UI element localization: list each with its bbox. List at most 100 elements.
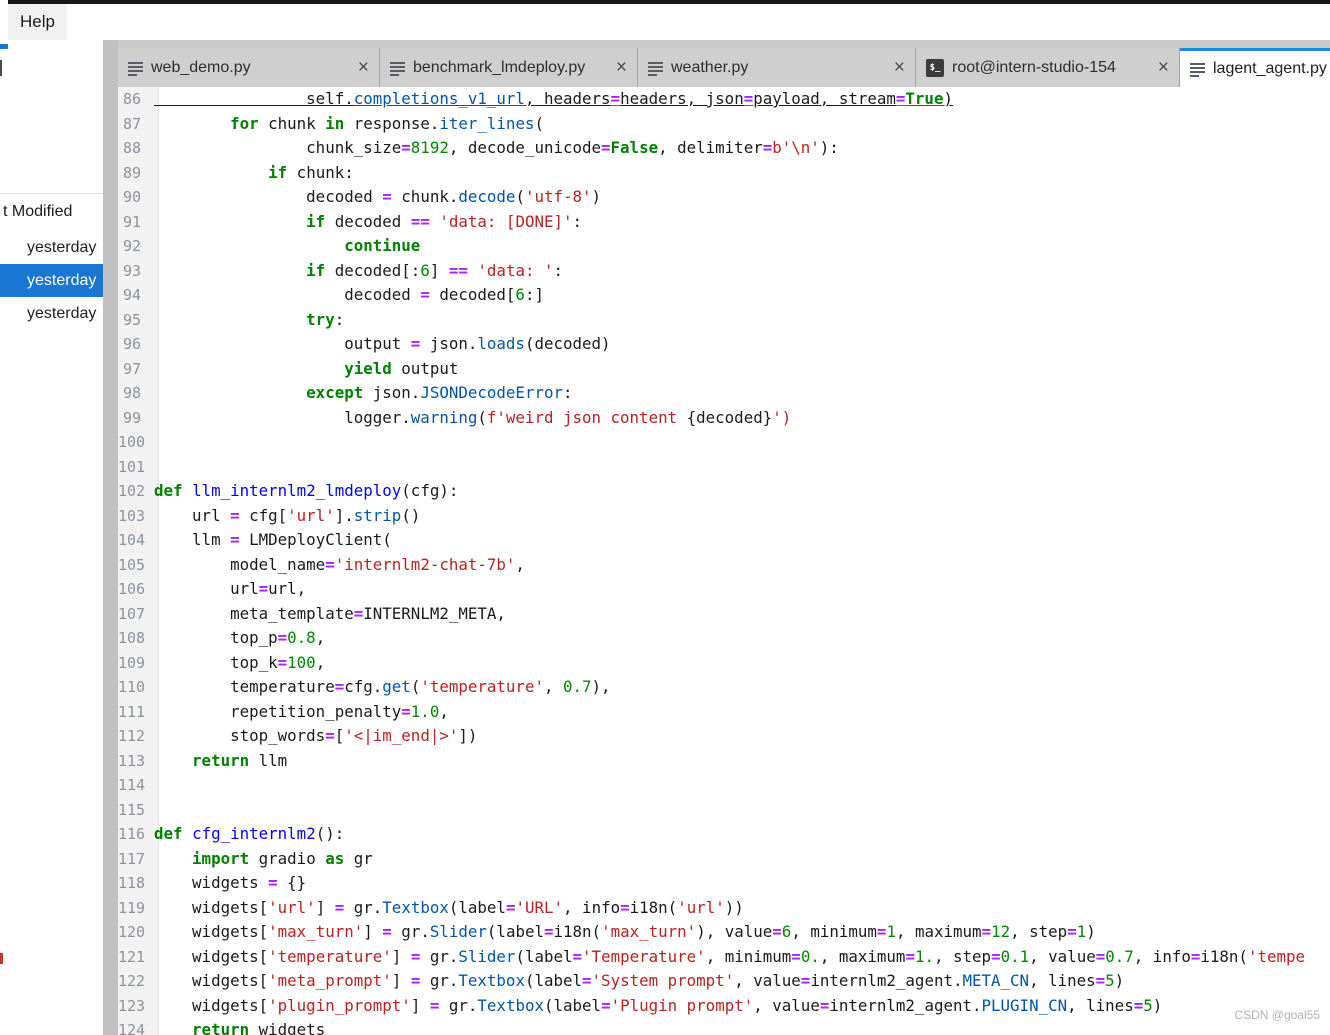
code-line[interactable]: 111 repetition_penalty=1.0,: [118, 700, 1330, 725]
code-text: widgets['plugin_prompt'] = gr.Textbox(la…: [154, 995, 1163, 1015]
code-line[interactable]: 120 widgets['max_turn'] = gr.Slider(labe…: [118, 920, 1330, 945]
line-number: 111: [118, 702, 146, 721]
code-line[interactable]: 93 if decoded[:6] == 'data: ':: [118, 259, 1330, 284]
code-text: if decoded == 'data: [DONE]':: [306, 211, 583, 231]
code-line[interactable]: 119 widgets['url'] = gr.Textbox(label='U…: [118, 896, 1330, 921]
watermark: CSDN @goal55: [1234, 1008, 1320, 1022]
code-text: top_k=100,: [154, 652, 326, 672]
code-text: decoded = decoded[6:]: [154, 285, 544, 304]
tab-label: benchmark_lmdeploy.py: [413, 58, 586, 76]
code-text: logger.warning(f'weird json content {dec…: [154, 407, 792, 427]
file-icon: [128, 60, 143, 76]
code-line[interactable]: 102 def llm_internlm2_lmdeploy(cfg):: [118, 479, 1330, 504]
tab-bar: web_demo.py × benchmark_lmdeploy.py × we…: [118, 40, 1330, 87]
code-line[interactable]: 101: [118, 455, 1330, 480]
file-row[interactable]: yesterday: [0, 231, 103, 264]
code-line[interactable]: 86 self.completions_v1_url, headers=head…: [118, 87, 1330, 112]
code-line[interactable]: 116 def cfg_internlm2():: [118, 822, 1330, 847]
line-number: 104: [118, 531, 146, 549]
code-lines: 86 self.completions_v1_url, headers=head…: [118, 87, 1330, 1035]
file-icon: [390, 60, 405, 76]
app-window: Help t Modified yesterday yesterday yest…: [0, 0, 1330, 1035]
code-line[interactable]: 89 if chunk:: [118, 161, 1330, 186]
code-line[interactable]: 87 for chunk in response.iter_lines(: [118, 112, 1330, 137]
code-text: continue: [344, 236, 421, 255]
tab-web-demo-py[interactable]: web_demo.py ×: [118, 48, 380, 87]
code-text: decoded = chunk.decode('utf-8'): [154, 187, 602, 206]
file-row-selected[interactable]: yesterday: [0, 264, 103, 297]
code-line[interactable]: 90 decoded = chunk.decode('utf-8'): [118, 185, 1330, 210]
code-line[interactable]: 103 url = cfg['url'].strip(): [118, 504, 1330, 529]
close-icon[interactable]: ×: [1158, 58, 1169, 77]
line-number: 105: [118, 555, 146, 574]
line-number: 108: [118, 629, 146, 647]
code-line[interactable]: 98 except json.JSONDecodeError:: [118, 381, 1330, 406]
line-number: 118: [118, 874, 146, 892]
code-line[interactable]: 91 if decoded == 'data: [DONE]':: [118, 210, 1330, 235]
menu-help[interactable]: Help: [8, 4, 67, 40]
line-number: 87: [122, 114, 141, 133]
code-text: widgets = {}: [154, 873, 307, 892]
code-line[interactable]: 94 decoded = decoded[6:]: [118, 283, 1330, 308]
close-icon[interactable]: ×: [358, 58, 369, 77]
close-icon[interactable]: ×: [616, 58, 627, 77]
code-line[interactable]: 107 meta_template=INTERNLM2_META,: [118, 602, 1330, 627]
code-line[interactable]: 118 widgets = {}: [118, 871, 1330, 896]
line-number: 86: [122, 90, 141, 108]
line-number: 89: [122, 163, 141, 182]
line-number: 91: [122, 212, 141, 231]
code-line[interactable]: 92 continue: [118, 234, 1330, 259]
code-line[interactable]: 95 try:: [118, 308, 1330, 333]
tab-weather-py[interactable]: weather.py ×: [638, 48, 916, 87]
panel-divider-strip[interactable]: [103, 40, 118, 1035]
code-line[interactable]: 117 import gradio as gr: [118, 847, 1330, 872]
code-text: meta_template=INTERNLM2_META,: [154, 603, 506, 623]
tab-terminal-root-intern-studio[interactable]: $_ root@intern-studio-154 ×: [916, 48, 1180, 87]
code-line[interactable]: 121 widgets['temperature'] = gr.Slider(l…: [118, 945, 1330, 970]
code-text: repetition_penalty=1.0,: [154, 701, 449, 721]
code-line[interactable]: 100: [118, 430, 1330, 455]
close-icon[interactable]: ×: [894, 58, 905, 77]
file-row[interactable]: yesterday: [0, 297, 103, 330]
code-line[interactable]: 88 chunk_size=8192, decode_unicode=False…: [118, 136, 1330, 161]
code-line[interactable]: 114: [118, 773, 1330, 798]
code-line[interactable]: 124 return widgets: [118, 1018, 1330, 1035]
code-line[interactable]: 109 top_k=100,: [118, 651, 1330, 676]
line-number: 110: [118, 678, 146, 696]
last-modified-column-header[interactable]: t Modified: [3, 200, 72, 224]
code-line[interactable]: 97 yield output: [118, 357, 1330, 382]
code-line[interactable]: 123 widgets['plugin_prompt'] = gr.Textbo…: [118, 994, 1330, 1019]
line-number: 97: [122, 359, 141, 378]
line-number: 92: [122, 237, 141, 255]
code-text: widgets['meta_prompt'] = gr.Textbox(labe…: [154, 971, 1125, 990]
sidebar-divider: [0, 193, 103, 194]
line-number: 115: [118, 800, 146, 819]
code-line[interactable]: 105 model_name='internlm2-chat-7b',: [118, 553, 1330, 578]
sidebar-red-mark: [0, 953, 3, 964]
code-text: self.completions_v1_url, headers=headers…: [154, 89, 953, 108]
code-line[interactable]: 108 top_p=0.8,: [118, 626, 1330, 651]
code-text: temperature=cfg.get('temperature', 0.7),: [154, 677, 611, 696]
file-browser-sidebar: t Modified yesterday yesterday yesterday: [0, 40, 103, 1035]
line-number: 107: [118, 604, 146, 623]
tab-benchmark-lmdeploy-py[interactable]: benchmark_lmdeploy.py ×: [380, 48, 638, 87]
code-line[interactable]: 104 llm = LMDeployClient(: [118, 528, 1330, 553]
code-line[interactable]: 115: [118, 798, 1330, 823]
code-text: return llm: [192, 750, 288, 770]
code-line[interactable]: 112 stop_words=['<|im_end|>']): [118, 724, 1330, 749]
code-text: def cfg_internlm2():: [154, 824, 345, 843]
tab-lagent-agent-py[interactable]: lagent_agent.py: [1180, 48, 1330, 87]
line-number: 109: [118, 653, 146, 672]
line-number: 98: [122, 384, 141, 402]
code-line[interactable]: 99 logger.warning(f'weird json content {…: [118, 406, 1330, 431]
code-line[interactable]: 110 temperature=cfg.get('temperature', 0…: [118, 675, 1330, 700]
code-line[interactable]: 96 output = json.loads(decoded): [118, 332, 1330, 357]
line-number: 121: [118, 947, 146, 966]
code-line[interactable]: 113 return llm: [118, 749, 1330, 774]
line-number: 116: [118, 825, 146, 843]
code-line[interactable]: 106 url=url,: [118, 577, 1330, 602]
code-line[interactable]: 122 widgets['meta_prompt'] = gr.Textbox(…: [118, 969, 1330, 994]
code-text: for chunk in response.iter_lines(: [230, 113, 544, 133]
line-number: 113: [118, 751, 146, 770]
code-editor[interactable]: 86 self.completions_v1_url, headers=head…: [118, 87, 1330, 1035]
